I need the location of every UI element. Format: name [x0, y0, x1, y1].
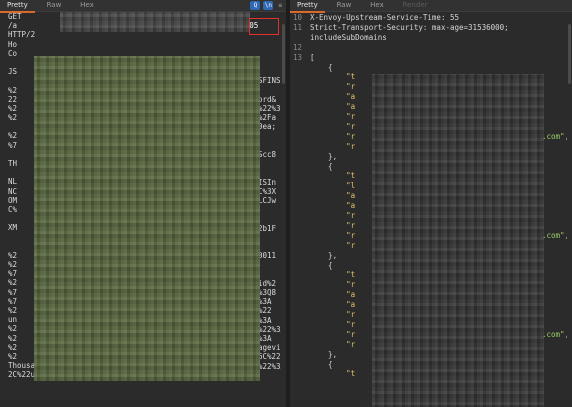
- response-line[interactable]: "r: [310, 82, 355, 91]
- response-line[interactable]: "t: [310, 72, 355, 81]
- response-line[interactable]: "r: [310, 132, 355, 141]
- response-scrollbar[interactable]: [567, 24, 572, 407]
- request-line-fragment: %22%3: [258, 104, 281, 113]
- request-line-fragment: %22: [258, 306, 272, 316]
- request-line-fragment: agevi: [258, 343, 281, 353]
- response-value-fragment: .com",: [542, 329, 570, 339]
- request-line-fragment: C%3X: [258, 186, 277, 196]
- response-value-fragment: .com",: [542, 131, 570, 141]
- request-line-fragment: SFINS: [258, 76, 281, 86]
- request-line-fragment: 2b1F: [258, 223, 277, 233]
- redacted-header-region: [60, 12, 250, 32]
- response-line[interactable]: "t: [310, 369, 355, 378]
- response-line[interactable]: "r: [310, 142, 355, 151]
- response-line[interactable]: [: [310, 53, 315, 62]
- response-line[interactable]: },: [310, 251, 337, 260]
- response-line[interactable]: {: [310, 360, 333, 369]
- response-line[interactable]: "a: [310, 102, 355, 111]
- line-number: 10: [292, 13, 302, 22]
- response-line[interactable]: "r: [310, 211, 355, 220]
- response-line[interactable]: "r: [310, 122, 355, 131]
- redacted-response-region: [372, 74, 544, 407]
- response-scrollbar-thumb[interactable]: [568, 24, 571, 84]
- response-line[interactable]: "r: [310, 112, 355, 121]
- response-line[interactable]: "a: [310, 201, 355, 210]
- response-editor[interactable]: 10 X-Envoy-Upstream-Service-Time: 55 11 Str…: [290, 12, 572, 407]
- request-line-fragment: 6C%22: [258, 352, 281, 362]
- line-number: 12: [292, 42, 302, 52]
- response-line[interactable]: "r: [310, 280, 355, 289]
- response-tab-hex[interactable]: Hex: [363, 0, 391, 11]
- response-line[interactable]: },: [310, 152, 337, 161]
- response-tab-raw[interactable]: Raw: [330, 0, 359, 11]
- request-line-fragment: Scc8: [258, 150, 277, 159]
- response-line[interactable]: X-Envoy-Upstream-Service-Time: 55: [310, 13, 459, 22]
- response-line[interactable]: {: [310, 162, 333, 171]
- response-line[interactable]: "a: [310, 300, 355, 309]
- response-line[interactable]: "t: [310, 270, 355, 279]
- request-line-fragment: 0ea;: [258, 122, 277, 132]
- wrap-lines-icon[interactable]: \n: [263, 1, 274, 10]
- request-tabbar: Pretty Raw Hex Q \n ≡: [0, 0, 286, 13]
- search-icon[interactable]: Q: [250, 1, 261, 10]
- request-line-fragment: 0011: [258, 251, 277, 261]
- response-line[interactable]: "t: [310, 171, 355, 180]
- highlighted-id-box: [249, 18, 279, 35]
- request-line-fragment: %3Q8: [258, 288, 277, 297]
- response-line[interactable]: "r: [310, 340, 355, 349]
- response-line[interactable]: },: [310, 350, 337, 359]
- request-editor[interactable]: GET/a HTTP/2 Ho Co JS %2 22 %2 %2 %2 %7 TH NL NC…: [0, 12, 286, 407]
- request-line-fragment: %3A: [258, 334, 272, 343]
- response-line[interactable]: "r: [310, 221, 355, 230]
- response-line[interactable]: "r: [310, 241, 355, 250]
- response-line[interactable]: "a: [310, 92, 355, 101]
- request-tab-hex[interactable]: Hex: [73, 0, 101, 11]
- response-line[interactable]: includeSubDomains: [310, 33, 387, 42]
- request-line-fragment: %3A: [258, 297, 272, 307]
- response-line[interactable]: {: [310, 261, 333, 270]
- response-tabbar: Pretty Raw Hex Render: [290, 0, 572, 13]
- response-line[interactable]: "r: [310, 231, 355, 240]
- request-tab-raw[interactable]: Raw: [40, 0, 69, 11]
- request-line-fragment: ISIn: [258, 177, 277, 187]
- response-line[interactable]: "a: [310, 191, 355, 200]
- line-number: 13: [292, 52, 302, 62]
- response-tab-render[interactable]: Render: [396, 0, 435, 11]
- request-scrollbar-thumb[interactable]: [282, 24, 285, 84]
- response-value-fragment: .com",: [542, 230, 570, 240]
- request-toolbar: Q \n ≡: [250, 1, 284, 10]
- redacted-region: [34, 56, 260, 381]
- response-line[interactable]: "a: [310, 290, 355, 299]
- request-line-fragment: LCJw: [258, 196, 277, 205]
- request-line-fragment: id%2: [258, 278, 277, 288]
- request-line-fragment: %2Fa: [258, 113, 277, 123]
- response-line[interactable]: {: [310, 63, 333, 72]
- line-number: 11: [292, 22, 302, 32]
- response-line[interactable]: "l: [310, 181, 355, 190]
- response-line[interactable]: "r: [310, 310, 355, 319]
- request-line-fragment: ord&: [258, 94, 277, 104]
- response-line[interactable]: "r: [310, 320, 355, 329]
- menu-icon[interactable]: ≡: [276, 1, 284, 10]
- response-line[interactable]: Strict-Transport-Security: max-age=31536…: [310, 23, 509, 32]
- response-pane: Pretty Raw Hex Render 10 X-Envoy-Upstream…: [290, 0, 572, 407]
- response-line[interactable]: "r: [310, 330, 355, 339]
- request-pane: Pretty Raw Hex Q \n ≡ GET/a HTTP/2 Ho Co JS…: [0, 0, 286, 407]
- request-line-fragment: %3A: [258, 315, 272, 325]
- request-line[interactable]: Ho: [8, 40, 256, 49]
